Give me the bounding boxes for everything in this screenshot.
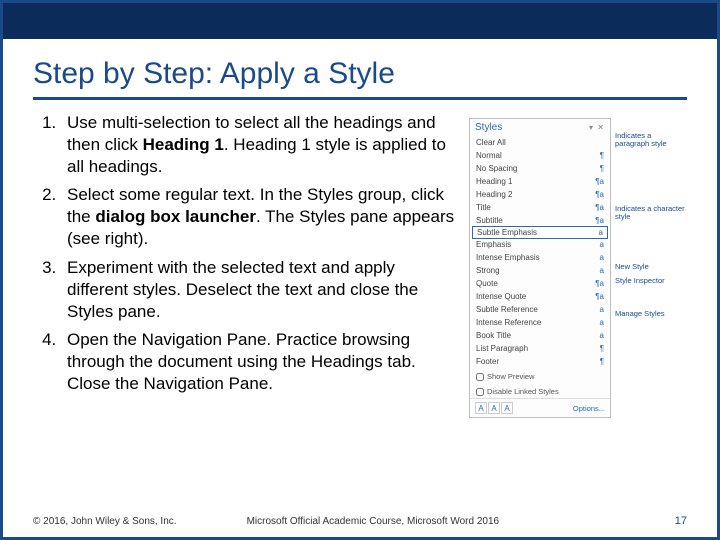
callout-new-style: New Style bbox=[615, 263, 687, 271]
styles-pane-footer: AAA Options... bbox=[470, 398, 610, 417]
style-item-label: List Paragraph bbox=[476, 344, 528, 353]
new-style-icon[interactable]: A bbox=[475, 402, 487, 414]
style-item-label: Footer bbox=[476, 357, 499, 366]
disable-linked-label: Disable Linked Styles bbox=[487, 387, 559, 396]
style-item-label: Intense Reference bbox=[476, 318, 541, 327]
title-rule bbox=[33, 97, 687, 100]
style-item-label: Subtle Emphasis bbox=[477, 228, 537, 237]
step-bold: dialog box launcher bbox=[95, 207, 256, 226]
step-3: Experiment with the selected text and ap… bbox=[61, 257, 457, 323]
course-text: Microsoft Official Academic Course, Micr… bbox=[247, 516, 500, 527]
style-item[interactable]: Intense Quote ¶a bbox=[470, 290, 610, 303]
style-item[interactable]: List Paragraph ¶ bbox=[470, 342, 610, 355]
step-text: Experiment with the selected text and ap… bbox=[67, 258, 418, 321]
style-type-icon: a bbox=[599, 228, 603, 237]
style-item-label: No Spacing bbox=[476, 164, 517, 173]
slide-footer: © 2016, John Wiley & Sons, Inc. Microsof… bbox=[33, 515, 687, 527]
slide-title: Step by Step: Apply a Style bbox=[3, 39, 717, 97]
style-inspector-icon[interactable]: A bbox=[488, 402, 500, 414]
style-item-label: Heading 2 bbox=[476, 190, 512, 199]
style-item[interactable]: Clear All bbox=[470, 136, 610, 149]
style-type-icon: ¶a bbox=[595, 279, 604, 288]
steps-list: Use multi-selection to select all the he… bbox=[33, 112, 457, 418]
step-4: Open the Navigation Pane. Practice brows… bbox=[61, 329, 457, 395]
style-type-icon: a bbox=[600, 305, 604, 314]
style-item-label: Intense Emphasis bbox=[476, 253, 540, 262]
style-type-icon: ¶a bbox=[595, 216, 604, 225]
show-preview-checkbox[interactable] bbox=[476, 373, 484, 381]
callout-style-inspector: Style Inspector bbox=[615, 277, 687, 285]
show-preview-row[interactable]: Show Preview bbox=[470, 368, 610, 383]
styles-pane-title: Styles bbox=[475, 122, 502, 133]
options-link[interactable]: Options... bbox=[573, 404, 605, 413]
style-item[interactable]: Emphasis a bbox=[470, 238, 610, 251]
style-item[interactable]: Quote ¶a bbox=[470, 277, 610, 290]
step-1: Use multi-selection to select all the he… bbox=[61, 112, 457, 178]
style-type-icon: ¶ bbox=[600, 344, 604, 353]
style-item-label: Heading 1 bbox=[476, 177, 512, 186]
disable-linked-row[interactable]: Disable Linked Styles bbox=[470, 383, 610, 398]
style-item[interactable]: Intense Reference a bbox=[470, 316, 610, 329]
style-type-icon: ¶a bbox=[595, 203, 604, 212]
style-item[interactable]: Subtle Reference a bbox=[470, 303, 610, 316]
styles-list: Clear AllNormal¶No Spacing¶Heading 1¶aHe… bbox=[470, 136, 610, 368]
styles-pane-header: Styles ▾ ✕ bbox=[470, 119, 610, 136]
style-item[interactable]: Strong a bbox=[470, 264, 610, 277]
style-type-icon: ¶a bbox=[595, 190, 604, 199]
style-item-label: Normal bbox=[476, 151, 502, 160]
step-text: Open the Navigation Pane. Practice brows… bbox=[67, 330, 416, 393]
slide: Step by Step: Apply a Style Use multi-se… bbox=[0, 0, 720, 540]
disable-linked-checkbox[interactable] bbox=[476, 388, 484, 396]
show-preview-label: Show Preview bbox=[487, 372, 535, 381]
style-item-label: Emphasis bbox=[476, 240, 511, 249]
manage-styles-icon[interactable]: A bbox=[501, 402, 513, 414]
style-item[interactable]: Book Title a bbox=[470, 329, 610, 342]
right-column: Styles ▾ ✕ Clear All Normal ¶ No Spacing ¶ He… bbox=[469, 112, 687, 418]
callout-manage-styles: Manage Styles bbox=[615, 310, 687, 318]
style-type-icon: a bbox=[600, 253, 604, 262]
style-type-icon: ¶a bbox=[595, 292, 604, 301]
top-bar bbox=[3, 3, 717, 39]
page-number: 17 bbox=[675, 515, 687, 527]
style-type-icon: ¶ bbox=[600, 357, 604, 366]
style-item-label: Subtle Reference bbox=[476, 305, 538, 314]
style-type-icon: a bbox=[600, 331, 604, 340]
callout-paragraph-style: Indicates a paragraph style bbox=[615, 132, 687, 149]
style-type-icon: a bbox=[600, 266, 604, 275]
style-type-icon: ¶ bbox=[600, 164, 604, 173]
style-item[interactable]: Intense Emphasis a bbox=[470, 251, 610, 264]
style-item-label: Strong bbox=[476, 266, 500, 275]
styles-pane: Styles ▾ ✕ Clear All Normal ¶ No Spacing ¶ He… bbox=[469, 118, 611, 418]
style-item-label: Title bbox=[476, 203, 491, 212]
step-2: Select some regular text. In the Styles … bbox=[61, 184, 457, 250]
style-type-icon: ¶a bbox=[595, 177, 604, 186]
style-item-label: Subtitle bbox=[476, 216, 503, 225]
style-type-icon: a bbox=[600, 240, 604, 249]
style-item[interactable]: Title ¶a bbox=[470, 201, 610, 214]
step-bold: Heading 1 bbox=[143, 135, 224, 154]
style-item-label: Quote bbox=[476, 279, 498, 288]
style-item[interactable]: No Spacing ¶ bbox=[470, 162, 610, 175]
style-type-icon: ¶ bbox=[600, 151, 604, 160]
pane-controls-icon[interactable]: ▾ ✕ bbox=[589, 123, 605, 132]
callouts: Indicates a paragraph style Indicates a … bbox=[615, 118, 687, 318]
content-area: Use multi-selection to select all the he… bbox=[3, 112, 717, 418]
style-item-label: Book Title bbox=[476, 331, 511, 340]
copyright-text: © 2016, John Wiley & Sons, Inc. bbox=[33, 516, 177, 527]
style-item-label: Intense Quote bbox=[476, 292, 526, 301]
style-item[interactable]: Footer ¶ bbox=[470, 355, 610, 368]
style-item[interactable]: Normal ¶ bbox=[470, 149, 610, 162]
style-item-label: Clear All bbox=[476, 138, 506, 147]
style-item[interactable]: Heading 1 ¶a bbox=[470, 175, 610, 188]
style-item[interactable]: Heading 2 ¶a bbox=[470, 188, 610, 201]
style-type-icon: a bbox=[600, 318, 604, 327]
callout-character-style: Indicates a character style bbox=[615, 205, 687, 222]
